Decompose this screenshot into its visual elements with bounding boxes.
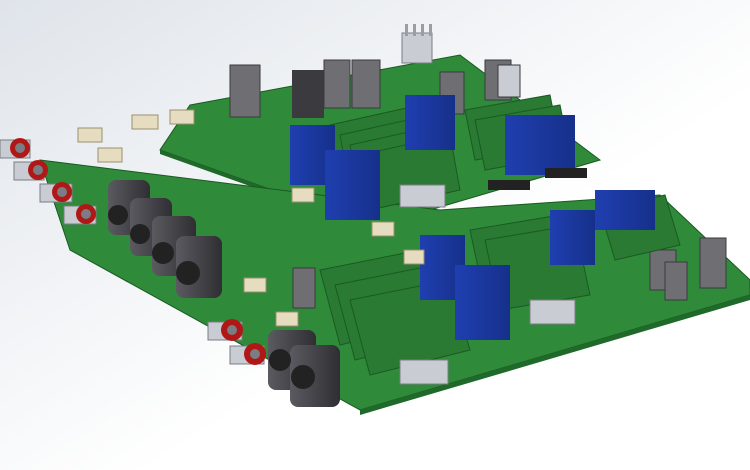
pcb-render-scene (0, 0, 750, 470)
